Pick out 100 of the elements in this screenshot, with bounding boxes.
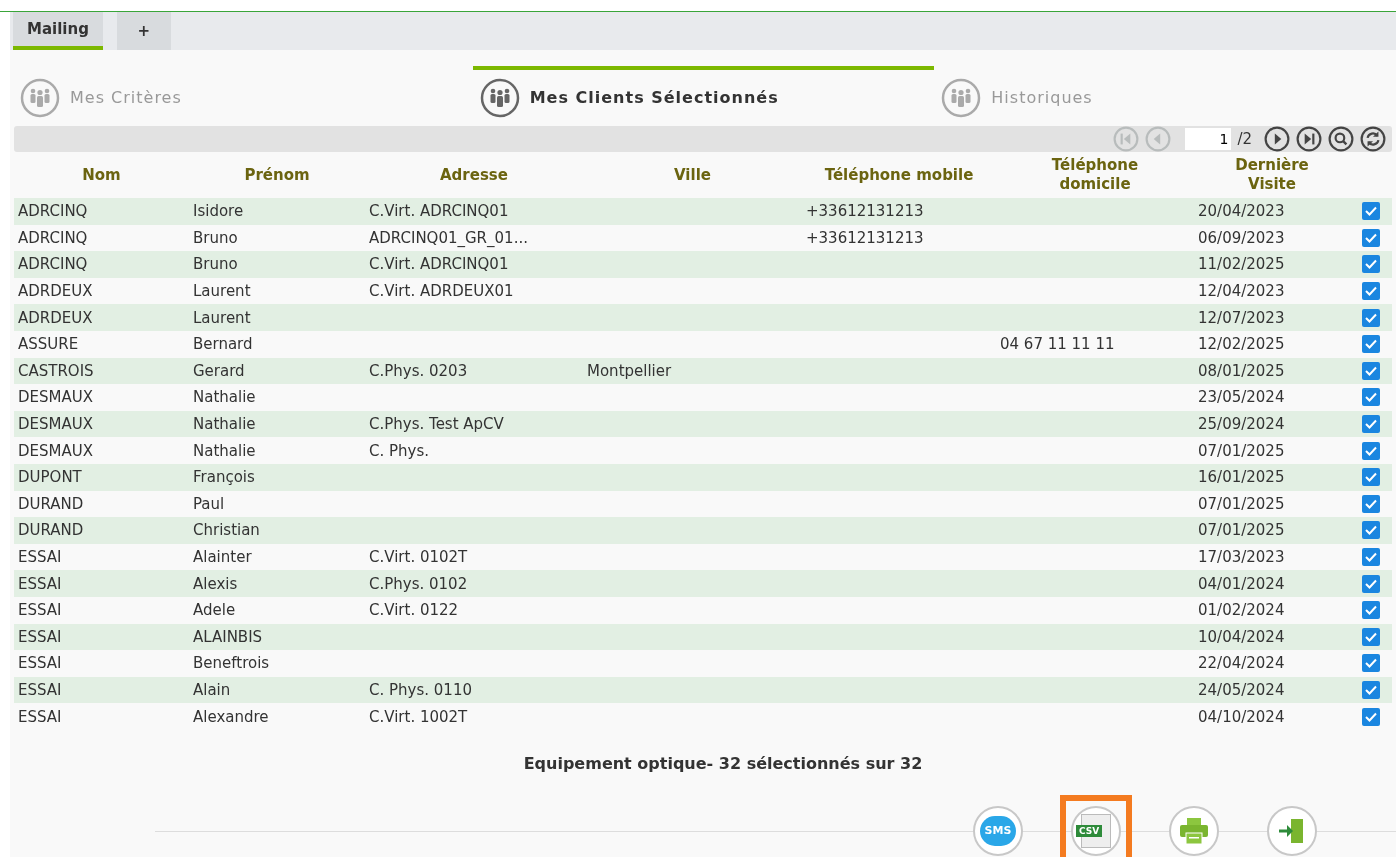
row-checkbox[interactable] xyxy=(1362,707,1380,726)
check-icon xyxy=(1364,683,1378,697)
print-button[interactable] xyxy=(1169,805,1219,856)
table-cell: DUPONT xyxy=(18,468,82,487)
search-button[interactable] xyxy=(1328,126,1354,152)
table-cell: ADRCINQ xyxy=(18,255,88,274)
table-cell: 12/02/2025 xyxy=(1198,335,1285,354)
play-icon xyxy=(1264,126,1290,152)
row-checkbox[interactable] xyxy=(1362,388,1380,407)
table-row[interactable]: CASTROIS Gerard C.Phys. 0203 Montpellier 08/01/2025 xyxy=(14,357,1392,385)
page-input[interactable]: 1 xyxy=(1185,128,1232,150)
table-cell: C.Virt. 0102T xyxy=(369,548,468,566)
people-group-icon xyxy=(479,78,520,118)
table-cell: ESSAI xyxy=(18,627,62,646)
table-cell: 23/05/2024 xyxy=(1198,388,1285,407)
table-row[interactable]: DUPONT François 16/01/2025 xyxy=(14,463,1392,491)
row-checkbox[interactable] xyxy=(1362,282,1380,301)
page-total: /2 xyxy=(1237,128,1252,150)
check-icon xyxy=(1364,603,1378,618)
table-cell: 22/04/2024 xyxy=(1198,654,1285,673)
play-back-icon xyxy=(1145,126,1172,152)
refresh-button[interactable] xyxy=(1360,126,1386,152)
table-cell: ESSAI xyxy=(18,601,62,620)
table-cell: 11/02/2025 xyxy=(1198,255,1285,274)
row-checkbox[interactable] xyxy=(1362,681,1380,699)
table-cell: François xyxy=(193,468,255,487)
csv-label: CSV xyxy=(1076,824,1103,837)
table-cell: Bruno xyxy=(193,228,238,247)
table-cell: C.Virt. ADRCINQ01 xyxy=(369,202,509,221)
check-icon xyxy=(1364,390,1378,405)
tab[interactable]: + xyxy=(116,12,171,50)
table-row[interactable]: ADRCINQ Isidore C.Virt. ADRCINQ01 +33612131213 20/04/2023 xyxy=(14,198,1392,225)
table-row[interactable]: ADRCINQ Bruno C.Virt. ADRCINQ01 11/02/2025 xyxy=(14,251,1392,278)
exit-button[interactable] xyxy=(1267,805,1317,856)
table-cell: ESSAI xyxy=(18,654,62,673)
tab[interactable]: Mailing xyxy=(13,12,103,50)
table-cell: 04/01/2024 xyxy=(1198,574,1285,593)
check-icon xyxy=(1364,257,1378,272)
table-cell: DESMAUX xyxy=(18,441,93,460)
table-cell: Paul xyxy=(193,494,225,513)
row-checkbox[interactable] xyxy=(1362,574,1380,593)
row-checkbox[interactable] xyxy=(1362,627,1380,646)
check-icon xyxy=(1364,284,1378,299)
check-icon xyxy=(1364,204,1378,219)
table-cell: ALAINBIS xyxy=(193,627,263,646)
table-row[interactable]: ESSAI Alexis C.Phys. 0102 04/01/2024 xyxy=(14,570,1392,597)
row-checkbox[interactable] xyxy=(1362,654,1380,673)
table-cell: 06/09/2023 xyxy=(1198,228,1285,247)
row-checkbox[interactable] xyxy=(1362,335,1380,354)
table-cell: 04 67 11 11 11 xyxy=(1000,335,1115,354)
table-cell: Beneftrois xyxy=(193,654,270,673)
row-checkbox[interactable] xyxy=(1362,548,1380,566)
table-cell: ESSAI xyxy=(18,574,62,593)
table-cell: DURAND xyxy=(18,521,84,540)
row-checkbox[interactable] xyxy=(1362,255,1380,274)
table-cell: C.Virt. 0122 xyxy=(369,601,459,620)
row-checkbox[interactable] xyxy=(1362,202,1380,221)
skip-forward-icon xyxy=(1296,126,1322,152)
column-header: Téléphone mobile xyxy=(824,165,974,185)
table-cell: Christian xyxy=(193,521,260,540)
table-cell: ESSAI xyxy=(18,681,62,699)
row-checkbox[interactable] xyxy=(1362,308,1380,327)
table-row[interactable]: DESMAUX Nathalie C.Phys. Test ApCV 25/09/2024 xyxy=(14,410,1392,438)
table-cell: Alexis xyxy=(193,574,238,593)
people-group-icon xyxy=(20,78,60,118)
table-cell: C.Virt. ADRDEUX01 xyxy=(369,282,514,301)
row-checkbox[interactable] xyxy=(1362,468,1380,487)
table-row[interactable]: ESSAI ALAINBIS 10/04/2024 xyxy=(14,623,1392,651)
column-header: Nom xyxy=(82,165,121,185)
row-checkbox[interactable] xyxy=(1362,415,1380,434)
table-cell: C.Phys. Test ApCV xyxy=(369,415,504,434)
selection-summary: Equipement optique- 32 sélectionnés sur 32 xyxy=(523,752,923,775)
check-icon xyxy=(1364,470,1378,485)
table-cell: 04/10/2024 xyxy=(1198,707,1285,726)
table-cell: DURAND xyxy=(18,494,84,513)
row-checkbox[interactable] xyxy=(1362,601,1380,620)
next-button[interactable] xyxy=(1264,126,1290,152)
last-button[interactable] xyxy=(1296,126,1322,152)
table-cell: 24/05/2024 xyxy=(1198,681,1285,699)
table-row[interactable]: DURAND Christian 07/01/2025 xyxy=(14,517,1392,544)
table-row[interactable]: ESSAI Alain C. Phys. 0110 24/05/2024 xyxy=(14,676,1392,704)
row-checkbox[interactable] xyxy=(1362,494,1380,513)
table-cell: DESMAUX xyxy=(18,415,93,434)
refresh-icon xyxy=(1360,126,1386,152)
row-checkbox[interactable] xyxy=(1362,361,1380,380)
check-icon xyxy=(1364,656,1378,671)
row-checkbox[interactable] xyxy=(1362,441,1380,460)
table-cell: C. Phys. 0110 xyxy=(369,681,472,699)
table-cell: ESSAI xyxy=(18,707,62,726)
table-cell: Alain xyxy=(193,681,231,699)
table-cell: 20/04/2023 xyxy=(1198,202,1285,221)
csv-button[interactable]: CSV xyxy=(1071,805,1121,856)
row-checkbox[interactable] xyxy=(1362,228,1380,247)
table-cell: Gerard xyxy=(193,361,245,380)
table-cell: 08/01/2025 xyxy=(1198,361,1285,380)
table-cell: ADRCINQ xyxy=(18,202,88,221)
column-header: Adresse xyxy=(440,165,508,185)
table-row[interactable]: ADRDEUX Laurent 12/07/2023 xyxy=(14,304,1392,331)
row-checkbox[interactable] xyxy=(1362,521,1380,540)
table-cell: DESMAUX xyxy=(18,388,93,407)
